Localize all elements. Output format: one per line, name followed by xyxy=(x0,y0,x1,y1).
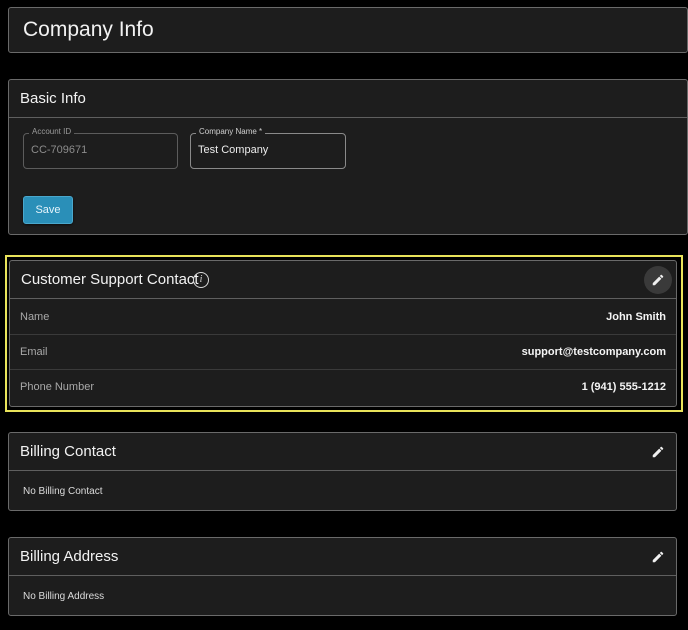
account-id-label: Account ID xyxy=(29,127,75,136)
page-header: Company Info xyxy=(8,7,688,53)
billing-contact-header: Billing Contact xyxy=(9,433,676,471)
pencil-icon xyxy=(652,446,664,458)
support-contact-title: Customer Support Contact xyxy=(21,271,199,288)
support-contact-header: Customer Support Contact i xyxy=(10,261,676,299)
billing-address-card: Billing Address No Billing Address xyxy=(8,537,677,616)
row-value: John Smith xyxy=(606,311,666,323)
row-value: 1 (941) 555-1212 xyxy=(581,381,666,393)
company-name-field[interactable]: Company Name * xyxy=(190,127,346,169)
billing-contact-title: Billing Contact xyxy=(20,443,116,460)
account-id-value: CC-709671 xyxy=(31,144,88,156)
info-icon[interactable]: i xyxy=(193,272,209,288)
edit-billing-contact-button[interactable] xyxy=(644,438,672,466)
company-name-input[interactable] xyxy=(198,144,338,156)
billing-contact-card: Billing Contact No Billing Contact xyxy=(8,432,677,511)
save-button[interactable]: Save xyxy=(23,196,73,224)
page-title: Company Info xyxy=(23,18,154,41)
support-row-name: Name John Smith xyxy=(10,300,676,335)
row-label: Phone Number xyxy=(20,381,94,393)
basic-info-header: Basic Info xyxy=(9,80,687,118)
row-label: Email xyxy=(20,346,48,358)
row-value: support@testcompany.com xyxy=(521,346,666,358)
billing-address-title: Billing Address xyxy=(20,548,119,565)
billing-contact-empty: No Billing Contact xyxy=(23,486,103,497)
support-row-phone: Phone Number 1 (941) 555-1212 xyxy=(10,370,676,405)
basic-info-title: Basic Info xyxy=(20,90,86,107)
billing-address-header: Billing Address xyxy=(9,538,676,576)
edit-billing-address-button[interactable] xyxy=(644,543,672,571)
basic-info-card: Basic Info Account ID CC-709671 Company … xyxy=(8,79,688,235)
support-contact-card: Customer Support Contact i Name John Smi… xyxy=(9,260,677,407)
pencil-icon xyxy=(652,274,664,286)
company-name-label: Company Name * xyxy=(196,127,266,136)
row-label: Name xyxy=(20,311,50,323)
pencil-icon xyxy=(652,551,664,563)
support-row-email: Email support@testcompany.com xyxy=(10,335,676,370)
edit-support-contact-button[interactable] xyxy=(644,266,672,294)
billing-address-empty: No Billing Address xyxy=(23,591,105,602)
account-id-field: Account ID CC-709671 xyxy=(23,127,178,169)
